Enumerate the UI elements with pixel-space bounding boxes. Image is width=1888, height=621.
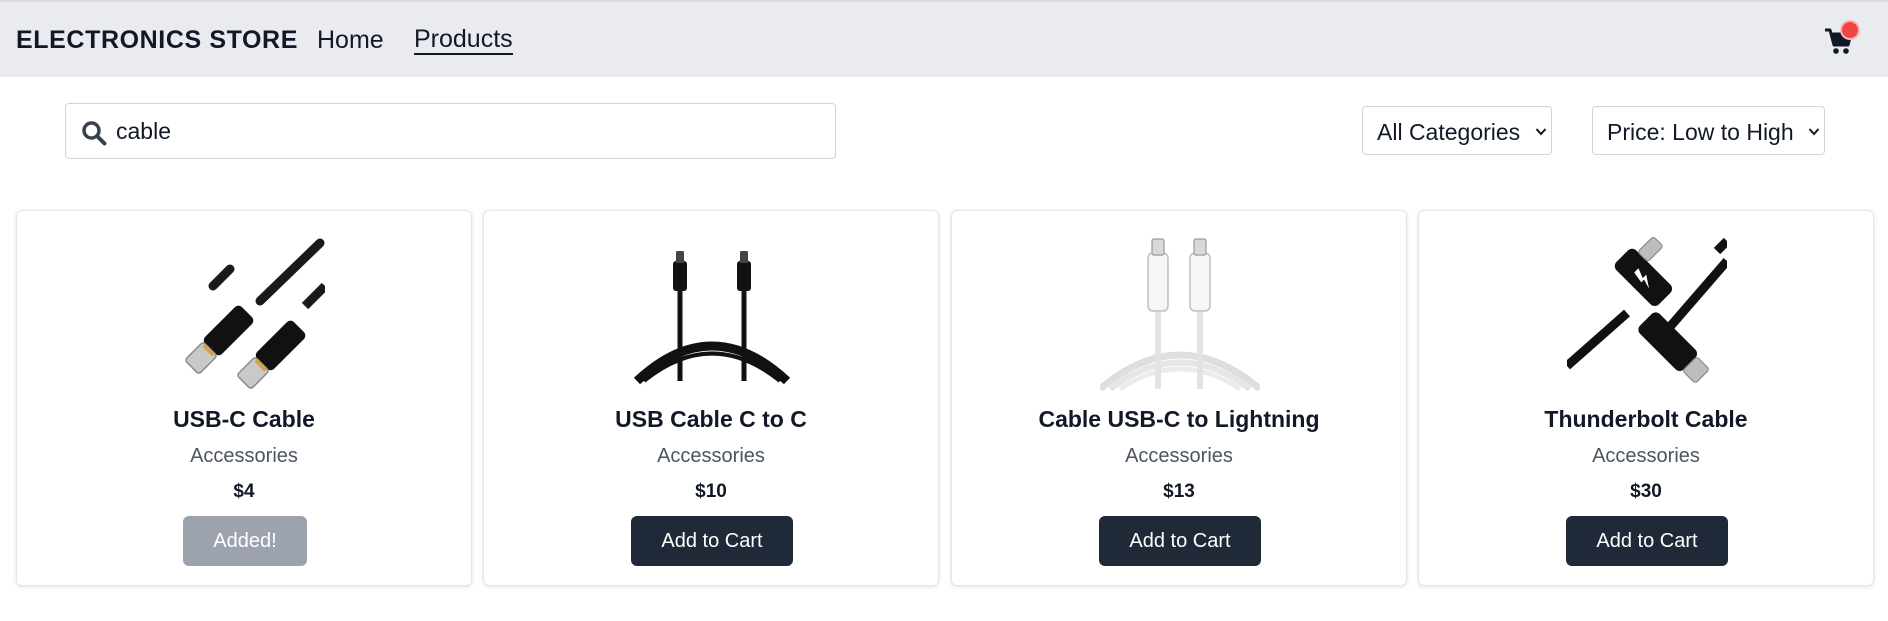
product-category: Accessories	[1592, 445, 1700, 467]
product-category: Accessories	[657, 445, 765, 467]
product-card: USB-C Cable Accessories $4 Added!	[16, 210, 472, 586]
search-box[interactable]	[65, 103, 836, 159]
add-to-cart-button[interactable]: Add to Cart	[631, 516, 793, 566]
category-select-value: All Categories	[1377, 119, 1521, 145]
search-input[interactable]	[116, 104, 816, 158]
product-category: Accessories	[190, 445, 298, 467]
thunderbolt-cable-image	[1567, 237, 1727, 383]
navbar: ELECTRONICS STORE Home Products	[0, 0, 1888, 77]
cart-badge	[1842, 22, 1858, 38]
sort-select-value: Price: Low to High	[1607, 119, 1794, 145]
nav-link-products[interactable]: Products	[414, 26, 513, 55]
chevron-down-icon	[1808, 128, 1820, 136]
usb-cable-c-to-c-image	[633, 251, 791, 385]
add-to-cart-button[interactable]: Add to Cart	[1099, 516, 1261, 566]
product-name: Thunderbolt Cable	[1544, 406, 1748, 432]
add-to-cart-button[interactable]: Add to Cart	[1566, 516, 1728, 566]
category-select[interactable]: All Categories	[1362, 106, 1552, 155]
product-card: USB Cable C to C Accessories $10 Add to …	[483, 210, 939, 586]
product-price: $13	[1163, 481, 1195, 502]
product-price: $10	[695, 481, 727, 502]
chevron-down-icon	[1535, 128, 1547, 136]
product-category: Accessories	[1125, 445, 1233, 467]
product-card: Cable USB-C to Lightning Accessories $13…	[951, 210, 1407, 586]
lightning-cable-image	[1100, 238, 1260, 391]
product-card: Thunderbolt Cable Accessories $30 Add to…	[1418, 210, 1874, 586]
product-name: USB-C Cable	[173, 406, 315, 432]
nav-link-home[interactable]: Home	[317, 26, 384, 55]
usb-c-cable-image	[185, 238, 325, 389]
product-name: USB Cable C to C	[615, 406, 807, 432]
product-price: $30	[1630, 481, 1662, 502]
cart-button[interactable]	[1820, 22, 1860, 62]
search-icon	[82, 121, 107, 146]
product-price: $4	[233, 481, 255, 502]
sort-select[interactable]: Price: Low to High	[1592, 106, 1825, 155]
add-to-cart-button[interactable]: Added!	[183, 516, 307, 566]
product-name: Cable USB-C to Lightning	[1038, 406, 1320, 432]
brand-logo-text[interactable]: ELECTRONICS STORE	[16, 26, 298, 55]
